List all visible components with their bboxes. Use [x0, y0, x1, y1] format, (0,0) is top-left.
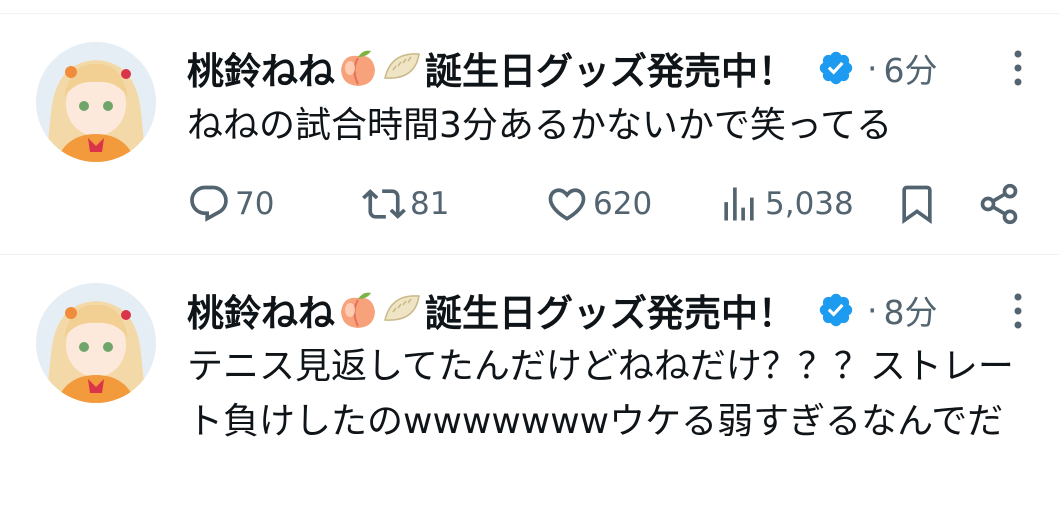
timestamp[interactable]: 8分	[884, 286, 938, 334]
reply-button[interactable]: 70	[187, 176, 274, 232]
retweet-button[interactable]: 81	[362, 176, 449, 232]
bookmark-icon	[895, 182, 939, 226]
retweet-count: 81	[410, 186, 450, 222]
author-row: 桃鈴ねね 誕生日グッズ発売中！ · 6分	[187, 41, 938, 95]
avatar[interactable]	[36, 42, 156, 162]
bookmark-button[interactable]	[895, 176, 939, 232]
author-suffix[interactable]: 誕生日グッズ発売中！	[425, 41, 795, 95]
separator-dot: ·	[867, 290, 878, 330]
reply-count: 70	[235, 186, 275, 222]
share-icon	[977, 182, 1021, 226]
tweet[interactable]: 桃鈴ねね 誕生日グッズ発売中！ · 8分 テニス見返してたんだけどねねだけ？？？…	[0, 255, 1059, 522]
timestamp[interactable]: 6分	[884, 44, 938, 92]
reply-icon	[187, 182, 231, 226]
separator-dot: ·	[867, 48, 878, 88]
verified-badge-icon	[817, 291, 855, 329]
analytics-icon	[717, 182, 761, 226]
tweet[interactable]: 桃鈴ねね 誕生日グッズ発売中！ · 6分 ねねの試合時間3分あるかないかで笑って…	[0, 0, 1059, 250]
author-row: 桃鈴ねね 誕生日グッズ発売中！ · 8分	[187, 283, 938, 337]
heart-icon	[545, 182, 589, 226]
retweet-icon	[362, 182, 406, 226]
share-button[interactable]	[977, 176, 1021, 232]
peach-icon	[337, 290, 379, 330]
peach-icon	[337, 48, 379, 88]
like-button[interactable]: 620	[545, 176, 652, 232]
verified-badge-icon	[817, 49, 855, 87]
author-suffix[interactable]: 誕生日グッズ発売中！	[425, 283, 795, 337]
more-options-icon[interactable]	[1006, 291, 1030, 331]
gyoza-icon	[381, 290, 423, 330]
action-bar: 70 81 620 5,038	[187, 176, 1027, 232]
views-button[interactable]: 5,038	[717, 176, 854, 232]
views-count: 5,038	[765, 186, 854, 222]
tweet-text: ねねの試合時間3分あるかないかで笑ってる	[187, 105, 893, 146]
avatar[interactable]	[36, 283, 156, 403]
like-count: 620	[593, 186, 653, 222]
author-name[interactable]: 桃鈴ねね	[187, 283, 335, 337]
author-name[interactable]: 桃鈴ねね	[187, 41, 335, 95]
tweet-text: テニス見返してたんだけどねねだけ？？？ストレート負けしたのwwwwwwwウケる弱…	[187, 346, 1014, 442]
gyoza-icon	[381, 48, 423, 88]
more-options-icon[interactable]	[1006, 48, 1030, 88]
